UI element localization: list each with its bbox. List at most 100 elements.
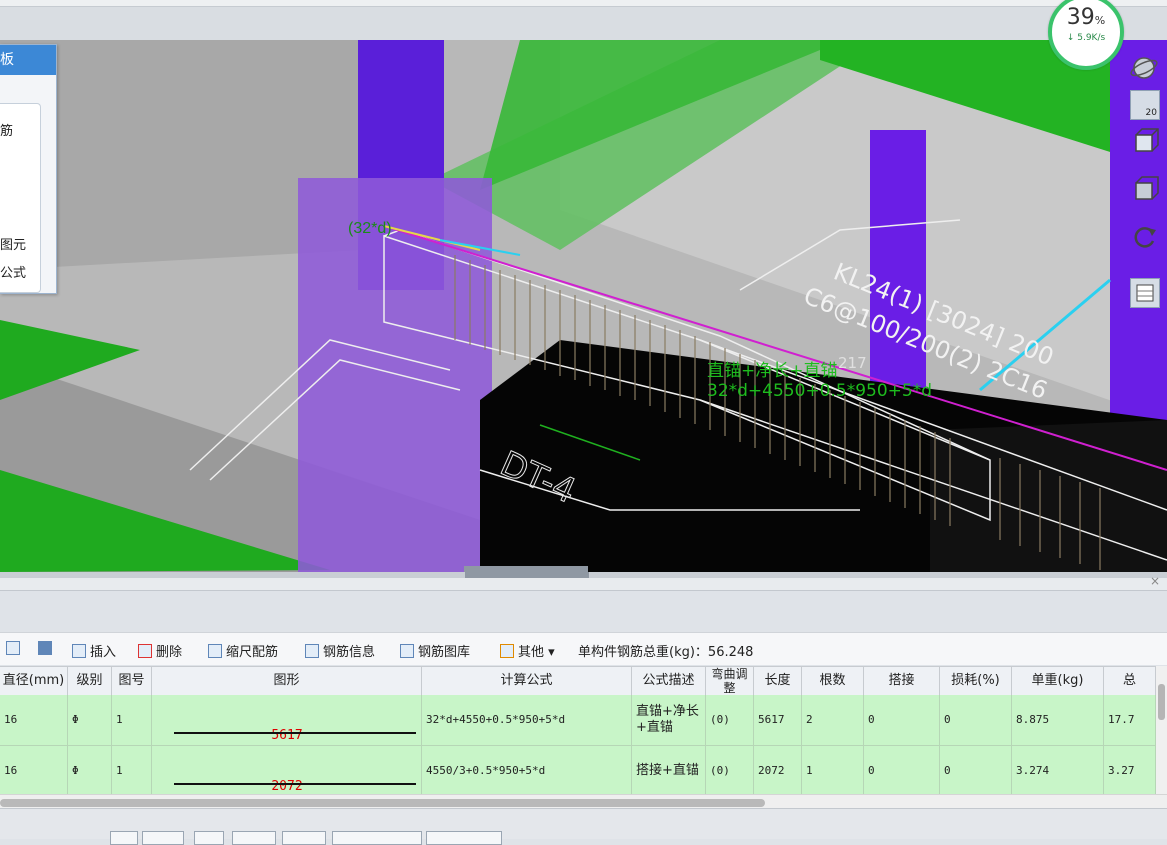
- cell-diameter[interactable]: 16: [0, 746, 68, 796]
- library-icon: [400, 644, 414, 658]
- cube-view-icon[interactable]: [1130, 126, 1160, 156]
- cell-diameter[interactable]: 16: [0, 695, 68, 745]
- status-button[interactable]: [332, 831, 422, 845]
- library-label: 钢筋图库: [418, 645, 471, 660]
- scale-rebar-button[interactable]: 缩尺配筋: [208, 641, 278, 660]
- rotate-icon[interactable]: [1130, 222, 1160, 252]
- orbit-icon[interactable]: [1130, 54, 1160, 84]
- box-view-icon[interactable]: [1130, 174, 1160, 204]
- network-speed: ↓ 5.9K/s: [1066, 33, 1106, 43]
- status-button[interactable]: [142, 831, 184, 845]
- grid-settings-icon[interactable]: [1130, 278, 1160, 308]
- table-vertical-scrollbar[interactable]: [1156, 666, 1167, 794]
- col-formula[interactable]: 计算公式: [422, 667, 632, 695]
- other-icon: [500, 644, 514, 658]
- info-label: 钢筋信息: [323, 645, 376, 660]
- shape-line: [174, 732, 416, 734]
- cell-total[interactable]: 3.27: [1104, 746, 1156, 796]
- table-horizontal-scrollbar[interactable]: [0, 794, 1167, 809]
- hscroll-thumb[interactable]: [0, 799, 765, 807]
- status-button[interactable]: [110, 831, 138, 845]
- vscroll-thumb[interactable]: [1158, 684, 1165, 720]
- status-button[interactable]: [282, 831, 326, 845]
- bracket-label: (32*d): [348, 220, 392, 237]
- delete-label: 删除: [156, 645, 183, 660]
- col-count[interactable]: 根数: [802, 667, 864, 695]
- cell-formula[interactable]: 4550/3+0.5*950+5*d: [422, 746, 632, 796]
- other-button[interactable]: 其他 ▾: [500, 641, 555, 660]
- status-bar: [0, 808, 1167, 845]
- cell-loss[interactable]: 0: [940, 746, 1012, 796]
- shape-value: 5617: [271, 728, 303, 743]
- move-down-icon[interactable]: [38, 641, 56, 657]
- col-total[interactable]: 总: [1104, 667, 1156, 695]
- close-icon[interactable]: ×: [1150, 574, 1160, 588]
- cell-unit-weight[interactable]: 8.875: [1012, 695, 1104, 745]
- cell-total[interactable]: 17.7: [1104, 695, 1156, 745]
- rebar-info-button[interactable]: 钢筋信息: [305, 641, 375, 660]
- info-icon: [305, 644, 319, 658]
- move-up-icon[interactable]: [6, 641, 24, 657]
- cell-length[interactable]: 2072: [754, 746, 802, 796]
- delete-button[interactable]: 删除: [138, 641, 182, 660]
- percent-unit: %: [1094, 14, 1106, 27]
- cell-bend[interactable]: (0): [706, 695, 754, 745]
- floating-panel: 板 筋 图元 公式: [0, 44, 57, 294]
- cell-unit-weight[interactable]: 3.274: [1012, 746, 1104, 796]
- rebar-table: 直径(mm) 级别 图号 图形 计算公式 公式描述 弯曲调整 长度 根数 搭接 …: [0, 666, 1156, 797]
- col-unit-weight[interactable]: 单重(kg): [1012, 667, 1104, 695]
- panel-item-formula[interactable]: 公式: [0, 262, 26, 281]
- delete-icon: [138, 644, 152, 658]
- col-lap[interactable]: 搭接: [864, 667, 940, 695]
- panel-title: 板: [0, 45, 56, 75]
- panel-item-rebar[interactable]: 筋: [0, 120, 13, 139]
- cell-shape[interactable]: 5617: [152, 695, 422, 745]
- scale-icon: [208, 644, 222, 658]
- cell-bend[interactable]: (0): [706, 746, 754, 796]
- shape-line: [174, 783, 416, 785]
- zoom-badge-icon[interactable]: 20: [1130, 90, 1160, 120]
- cell-grade[interactable]: Φ: [68, 746, 112, 796]
- col-desc[interactable]: 公式描述: [632, 667, 706, 695]
- 3d-viewport[interactable]: (32*d) KL24(1) [3024] 200 C6@100/200(2) …: [0, 40, 1167, 572]
- menu-strip: [0, 0, 1167, 7]
- col-loss[interactable]: 损耗(%): [940, 667, 1012, 695]
- cell-formula[interactable]: 32*d+4550+0.5*950+5*d: [422, 695, 632, 745]
- panel-item-element[interactable]: 图元: [0, 234, 26, 253]
- cell-desc[interactable]: 直锚+净长+直锚: [632, 695, 706, 745]
- insert-button[interactable]: 插入: [72, 641, 116, 660]
- status-button[interactable]: [426, 831, 502, 845]
- panel-list: 筋 图元 公式: [0, 103, 41, 293]
- cell-lap[interactable]: 0: [864, 695, 940, 745]
- col-length[interactable]: 长度: [754, 667, 802, 695]
- rebar-library-button[interactable]: 钢筋图库: [400, 641, 470, 660]
- col-diameter[interactable]: 直径(mm): [0, 667, 68, 695]
- cell-fig[interactable]: 1: [112, 746, 152, 796]
- cell-shape[interactable]: 2072: [152, 746, 422, 796]
- 3d-scene[interactable]: (32*d) KL24(1) [3024] 200 C6@100/200(2) …: [0, 40, 1167, 572]
- col-grade[interactable]: 级别: [68, 667, 112, 695]
- scale-label: 缩尺配筋: [226, 645, 279, 660]
- cell-desc[interactable]: 搭接+直锚: [632, 746, 706, 796]
- status-button[interactable]: [232, 831, 276, 845]
- anchor-desc-label: 直锚+净长+直锚: [707, 361, 838, 381]
- other-label: 其他: [518, 645, 545, 660]
- total-weight: 单构件钢筋总重(kg)：56.248: [578, 645, 754, 660]
- cell-loss[interactable]: 0: [940, 695, 1012, 745]
- table-header: 直径(mm) 级别 图号 图形 计算公式 公式描述 弯曲调整 长度 根数 搭接 …: [0, 667, 1156, 696]
- status-button[interactable]: [194, 831, 224, 845]
- table-row[interactable]: 16 Φ 1 2072 4550/3+0.5*950+5*d 搭接+直锚 (0)…: [0, 746, 1156, 797]
- percent-value: 39: [1066, 5, 1095, 30]
- col-shape[interactable]: 图形: [152, 667, 422, 695]
- cell-lap[interactable]: 0: [864, 746, 940, 796]
- cell-grade[interactable]: Φ: [68, 695, 112, 745]
- cell-count[interactable]: 2: [802, 695, 864, 745]
- table-row[interactable]: 16 Φ 1 5617 32*d+4550+0.5*950+5*d 直锚+净长+…: [0, 695, 1156, 746]
- cell-length[interactable]: 5617: [754, 695, 802, 745]
- col-bend[interactable]: 弯曲调整: [706, 667, 754, 695]
- col-fig[interactable]: 图号: [112, 667, 152, 695]
- cell-count[interactable]: 1: [802, 746, 864, 796]
- cell-fig[interactable]: 1: [112, 695, 152, 745]
- rebar-toolbar: 插入 删除 缩尺配筋 钢筋信息 钢筋图库 其他 ▾ 单构件钢筋总重(kg)：56…: [0, 632, 1167, 665]
- bottom-panel-header: [0, 578, 1167, 591]
